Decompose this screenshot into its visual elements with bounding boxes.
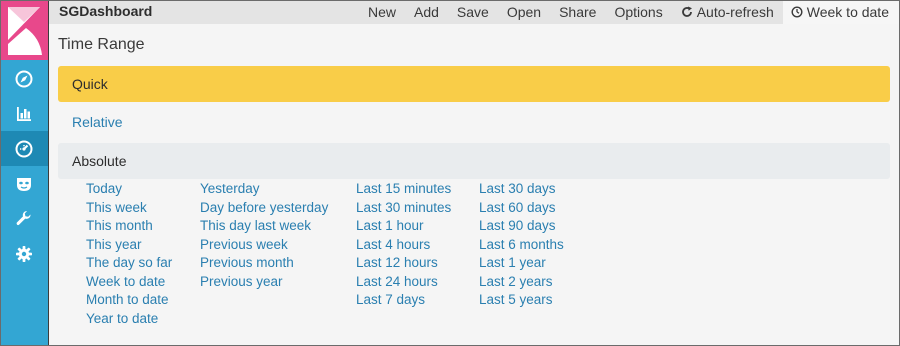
quick-range-link[interactable]: Yesterday (200, 180, 328, 199)
open-label: Open (506, 4, 542, 20)
sidebar-item-security[interactable] (0, 166, 48, 201)
tab-relative-label: Relative (72, 114, 123, 130)
tab-absolute[interactable]: Absolute (58, 143, 890, 179)
top-menu: New Add Save Open Share Options Auto-ref… (359, 0, 899, 24)
time-picker-label: Week to date (806, 4, 889, 20)
tab-absolute-label: Absolute (72, 153, 127, 169)
quick-range-column-1: Today This week This month This year The… (86, 180, 172, 328)
quick-range-link[interactable]: Last 30 minutes (356, 199, 451, 218)
quick-range-link[interactable]: Last 4 hours (356, 236, 451, 255)
quick-range-link[interactable]: The day so far (86, 254, 172, 273)
quick-range-link[interactable]: This month (86, 217, 172, 236)
quick-range-link[interactable]: Last 1 hour (356, 217, 451, 236)
quick-range-link[interactable]: Year to date (86, 310, 172, 329)
quick-range-link[interactable]: This day last week (200, 217, 328, 236)
sidebar (0, 0, 49, 346)
wrench-icon (15, 210, 33, 228)
quick-range-link[interactable]: Last 2 years (479, 273, 564, 292)
quick-range-column-2: Yesterday Day before yesterday This day … (200, 180, 328, 291)
quick-range-link[interactable]: Last 1 year (479, 254, 564, 273)
quick-range-link[interactable]: Previous week (200, 236, 328, 255)
options-label: Options (614, 4, 663, 20)
quick-range-link[interactable]: Last 7 days (356, 291, 451, 310)
compass-icon (15, 70, 33, 88)
sidebar-item-visualize[interactable] (0, 96, 48, 131)
share-label: Share (559, 4, 597, 20)
quick-range-link[interactable]: Last 12 hours (356, 254, 451, 273)
quick-range-column-3: Last 15 minutes Last 30 minutes Last 1 h… (356, 180, 451, 310)
quick-range-link[interactable]: This year (86, 236, 172, 255)
quick-range-column-4: Last 30 days Last 60 days Last 90 days L… (479, 180, 564, 310)
tab-quick[interactable]: Quick (58, 66, 890, 102)
bar-chart-icon (15, 105, 33, 123)
quick-range-link[interactable]: Last 24 hours (356, 273, 451, 292)
quick-range-link[interactable]: Last 30 days (479, 180, 564, 199)
share-button[interactable]: Share (550, 0, 605, 24)
quick-range-link[interactable]: Day before yesterday (200, 199, 328, 218)
time-picker-button[interactable]: Week to date (782, 0, 899, 24)
new-button[interactable]: New (359, 0, 405, 24)
new-label: New (367, 4, 396, 20)
save-button[interactable]: Save (448, 0, 498, 24)
auto-refresh-label: Auto-refresh (696, 4, 774, 20)
sidebar-item-settings[interactable] (0, 236, 48, 271)
quick-range-link[interactable]: Previous year (200, 273, 328, 292)
quick-range-link[interactable]: Last 60 days (479, 199, 564, 218)
add-button[interactable]: Add (405, 0, 448, 24)
tab-relative[interactable]: Relative (58, 104, 890, 140)
quick-range-link[interactable]: Today (86, 180, 172, 199)
page-title: Time Range (58, 36, 145, 53)
refresh-icon (681, 6, 693, 18)
clock-icon (791, 6, 803, 18)
quick-range-link[interactable]: This week (86, 199, 172, 218)
tab-quick-label: Quick (72, 76, 108, 92)
app-logo[interactable] (0, 0, 48, 60)
options-button[interactable]: Options (605, 0, 671, 24)
add-label: Add (414, 4, 439, 20)
quick-range-link[interactable]: Last 90 days (479, 217, 564, 236)
sidebar-item-dashboard[interactable] (0, 131, 48, 166)
quick-range-link[interactable]: Last 5 years (479, 291, 564, 310)
quick-range-link[interactable]: Week to date (86, 273, 172, 292)
auto-refresh-button[interactable]: Auto-refresh (672, 0, 783, 24)
quick-range-link[interactable]: Previous month (200, 254, 328, 273)
open-button[interactable]: Open (498, 0, 550, 24)
dashboard-gauge-icon (15, 140, 33, 158)
time-range-panel: Time Range Quick Relative Absolute Today… (49, 24, 899, 345)
sidebar-item-discover[interactable] (0, 61, 48, 96)
quick-range-link[interactable]: Last 6 months (479, 236, 564, 255)
app-title: SGDashboard (59, 3, 153, 19)
gear-icon (15, 245, 33, 263)
quick-range-link[interactable]: Last 15 minutes (356, 180, 451, 199)
quick-range-link[interactable]: Month to date (86, 291, 172, 310)
save-label: Save (456, 4, 489, 20)
mask-icon (15, 175, 33, 193)
top-bar: SGDashboard New Add Save Open Share Opti… (49, 0, 899, 24)
sidebar-item-devtools[interactable] (0, 201, 48, 236)
